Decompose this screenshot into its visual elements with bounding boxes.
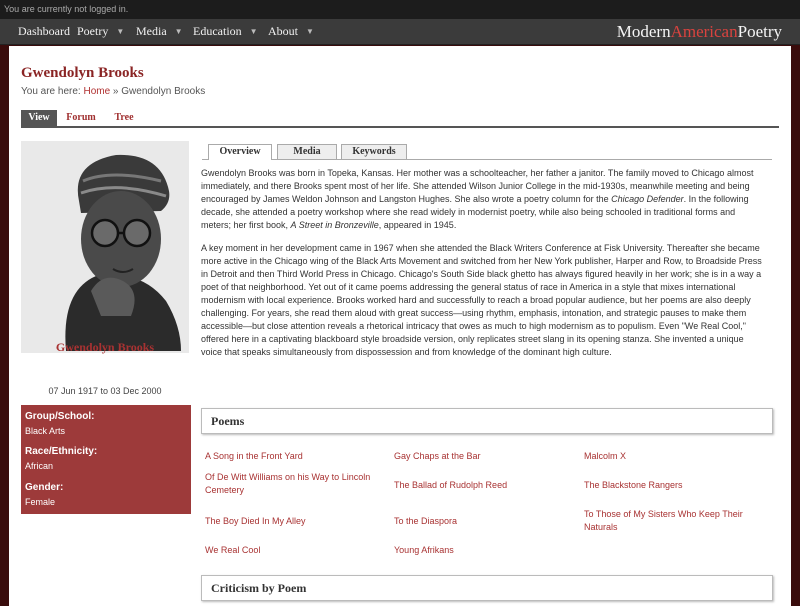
logo-word-poetry: Poetry xyxy=(737,22,782,41)
nav-poetry[interactable]: Poetry ▼ xyxy=(77,24,124,39)
chevron-down-icon: ▼ xyxy=(249,27,258,36)
poem-link[interactable]: Malcolm X xyxy=(584,450,764,463)
chevron-down-icon: ▼ xyxy=(306,27,314,36)
poem-link[interactable]: We Real Cool xyxy=(205,544,385,557)
race-ethnicity-value[interactable]: African xyxy=(25,461,53,471)
bio-italic-title: A Street in Bronzeville xyxy=(290,220,379,230)
nav-about-label: About xyxy=(268,24,298,38)
race-ethnicity-label: Race/Ethnicity: xyxy=(25,446,98,457)
tab-view[interactable]: View xyxy=(21,110,57,126)
chevron-down-icon: ▼ xyxy=(174,27,183,36)
nav-about[interactable]: About ▼ xyxy=(268,24,314,39)
content-tabs: Overview Media Keywords xyxy=(202,144,772,160)
tab-media[interactable]: Media xyxy=(277,144,337,159)
tab-keywords[interactable]: Keywords xyxy=(341,144,407,159)
gender-label: Gender: xyxy=(25,482,64,493)
bio-paragraph: A key moment in her development came in … xyxy=(201,243,762,357)
poems-section-header: Poems xyxy=(201,408,773,434)
breadcrumb-home-link[interactable]: Home xyxy=(83,86,110,97)
author-name[interactable]: Gwendolyn Brooks xyxy=(21,340,189,355)
poem-link[interactable]: Gay Chaps at the Bar xyxy=(394,450,574,463)
page-content: Gwendolyn Brooks You are here: Home » Gw… xyxy=(9,46,791,606)
logo-word-american: American xyxy=(670,22,738,41)
bio-text: , appeared in 1945. xyxy=(378,220,457,230)
nav-media-label: Media xyxy=(136,24,167,38)
page-title: Gwendolyn Brooks xyxy=(21,65,144,81)
login-status-bar: You are currently not logged in. xyxy=(0,0,800,19)
main-navigation: Dashboard Poetry ▼ Media ▼ Education ▼ Abou… xyxy=(0,19,800,45)
breadcrumb-current: Gwendolyn Brooks xyxy=(121,86,206,97)
poem-link[interactable]: The Ballad of Rudolph Reed xyxy=(394,479,574,492)
poem-link[interactable]: The Boy Died In My Alley xyxy=(205,515,385,528)
author-dates: 07 Jun 1917 to 03 Dec 2000 xyxy=(48,386,162,396)
biography-text: Gwendolyn Brooks was born in Topeka, Kan… xyxy=(201,167,767,369)
breadcrumb-prefix: You are here: xyxy=(21,86,84,97)
poem-link[interactable]: Of De Witt Williams on his Way to Lincol… xyxy=(205,471,385,497)
nav-poetry-label: Poetry xyxy=(77,24,109,38)
breadcrumb-separator: » xyxy=(110,86,122,97)
site-logo[interactable]: ModernAmericanPoetry xyxy=(617,22,782,42)
nav-education[interactable]: Education ▼ xyxy=(193,24,258,39)
poem-link[interactable]: The Blackstone Rangers xyxy=(584,479,764,492)
chevron-down-icon: ▼ xyxy=(116,27,125,36)
breadcrumb: You are here: Home » Gwendolyn Brooks xyxy=(21,86,205,97)
poem-link[interactable]: Young Afrikans xyxy=(394,544,574,557)
nav-media[interactable]: Media ▼ xyxy=(136,24,183,39)
poem-link[interactable]: A Song in the Front Yard xyxy=(205,450,385,463)
tab-tree[interactable]: Tree xyxy=(109,110,139,126)
poem-link[interactable]: To Those of My Sisters Who Keep Their Na… xyxy=(584,508,764,534)
logo-word-modern: Modern xyxy=(616,22,671,41)
portrait-image xyxy=(21,141,189,353)
tab-forum[interactable]: Forum xyxy=(61,110,101,126)
bio-italic-title: Chicago Defender xyxy=(611,194,684,204)
nav-dashboard-label: Dashboard xyxy=(18,24,70,38)
view-tabs: View Forum Tree xyxy=(21,110,779,128)
poem-link[interactable]: To the Diaspora xyxy=(394,515,574,528)
login-status-text: You are currently not logged in. xyxy=(4,4,129,14)
poems-heading: Poems xyxy=(211,414,245,428)
criticism-heading: Criticism by Poem xyxy=(211,581,307,595)
author-portrait xyxy=(21,141,189,353)
author-info-box: Group/School: Black Arts Race/Ethnicity:… xyxy=(21,405,191,514)
group-school-label: Group/School: xyxy=(25,411,95,422)
gender-value[interactable]: Female xyxy=(25,497,55,507)
criticism-section-header: Criticism by Poem xyxy=(201,575,773,601)
group-school-value[interactable]: Black Arts xyxy=(25,426,65,436)
nav-dashboard[interactable]: Dashboard xyxy=(18,24,70,39)
nav-education-label: Education xyxy=(193,24,242,38)
bio-paragraph: Gwendolyn Brooks was born in Topeka, Kan… xyxy=(201,167,767,232)
tab-overview[interactable]: Overview xyxy=(208,144,272,160)
